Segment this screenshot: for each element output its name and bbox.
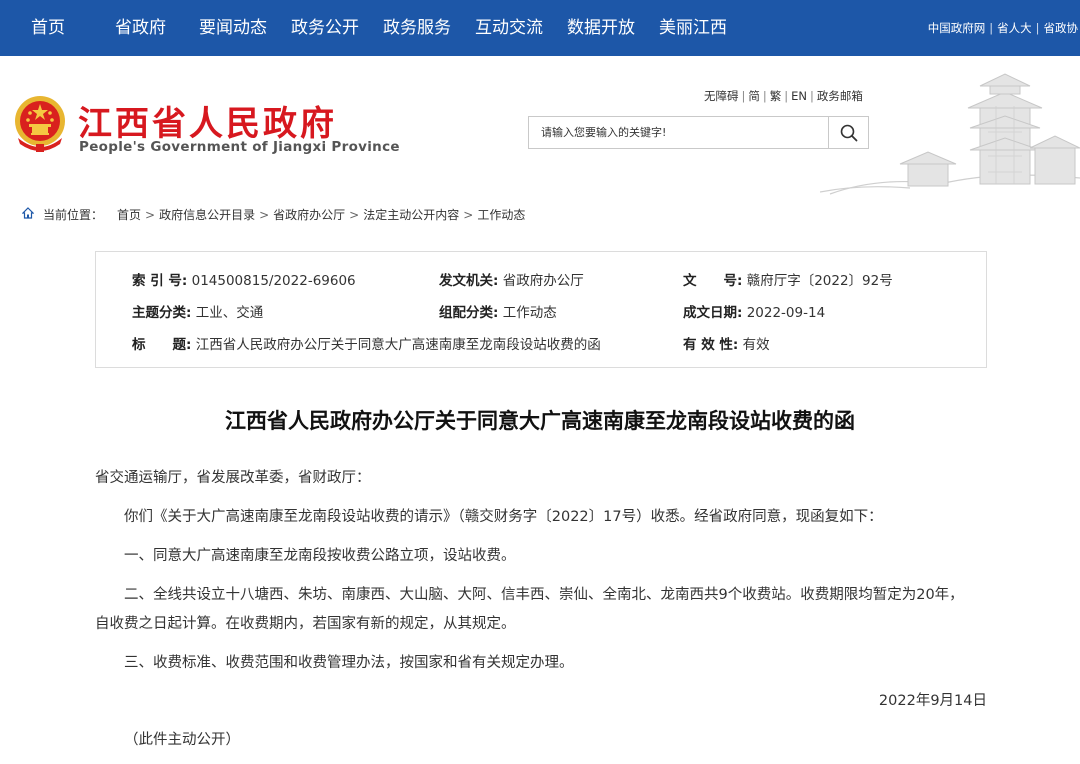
chevron-right-icon: >	[349, 208, 360, 222]
meta-validity-value: 有效	[742, 337, 770, 353]
meta-issuer-label: 发文机关:	[439, 273, 499, 289]
nav-home[interactable]: 首页	[31, 0, 65, 56]
document-public-note: （此件主动公开）	[124, 732, 240, 748]
pavilion-illustration-icon	[820, 73, 1080, 195]
link-simplified[interactable]: 简	[748, 89, 760, 103]
document-paragraph-3-line-2: 自收费之日起计算。在收费期内，若国家有新的规定，从其规定。	[95, 616, 516, 632]
meta-topic-label: 主题分类:	[132, 305, 192, 321]
search-input[interactable]	[529, 117, 829, 148]
nav-province-gov[interactable]: 省政府	[115, 0, 166, 56]
search-box	[528, 116, 869, 149]
document-title: 江西省人民政府办公厅关于同意大广高速南康至龙南段设站收费的函	[225, 409, 855, 433]
breadcrumb-item-home[interactable]: 首页	[117, 208, 141, 222]
meta-category-label: 组配分类:	[439, 305, 499, 321]
chevron-right-icon: >	[463, 208, 474, 222]
document-paragraph-4: 三、收费标准、收费范围和收费管理办法，按国家和省有关规定办理。	[124, 655, 574, 671]
meta-docno-label: 文 号:	[683, 273, 743, 289]
meta-index: 索 引 号: 014500815/2022-69606	[132, 269, 356, 289]
home-icon	[22, 207, 34, 219]
breadcrumb-item-work-news[interactable]: 工作动态	[477, 208, 525, 222]
document-salutation: 省交通运输厅，省发展改革委，省财政厅：	[95, 470, 371, 486]
link-traditional[interactable]: 繁	[770, 89, 782, 103]
document-paragraph-2: 一、同意大广高速南康至龙南段按收费公路立项，设站收费。	[124, 548, 516, 564]
breadcrumb-trail: 首页 > 政府信息公开目录 > 省政府办公厅 > 法定主动公开内容 > 工作动态	[117, 206, 525, 223]
breadcrumb-item-info-catalog[interactable]: 政府信息公开目录	[159, 208, 255, 222]
meta-title: 标 题: 江西省人民政府办公厅关于同意大广高速南康至龙南段设站收费的函	[132, 333, 601, 353]
meta-index-value: 014500815/2022-69606	[191, 273, 356, 289]
nav-beautiful-jiangxi[interactable]: 美丽江西	[659, 0, 727, 56]
nav-news[interactable]: 要闻动态	[199, 0, 267, 56]
meta-date-label: 成文日期:	[683, 305, 743, 321]
chevron-right-icon: >	[259, 208, 270, 222]
site-header: 江西省人民政府 People's Government of Jiangxi P…	[0, 56, 1080, 196]
separator: |	[989, 21, 994, 35]
document-paragraph-1: 你们《关于大广高速南康至龙南段设站收费的请示》（赣交财务字〔2022〕17号）收…	[124, 509, 883, 525]
meta-docno-value: 赣府厅字〔2022〕92号	[746, 273, 893, 289]
external-links: 中国政府网 | 省人大 | 省政协	[928, 0, 1078, 56]
separator: |	[784, 89, 789, 103]
separator: |	[810, 89, 814, 103]
link-provincial-congress[interactable]: 省人大	[997, 21, 1032, 35]
nav-interaction[interactable]: 互动交流	[475, 0, 543, 56]
separator: |	[762, 89, 767, 103]
meta-category: 组配分类: 工作动态	[439, 301, 557, 321]
meta-date-value: 2022-09-14	[746, 305, 826, 321]
meta-category-value: 工作动态	[502, 305, 557, 321]
breadcrumb-item-statutory-content[interactable]: 法定主动公开内容	[363, 208, 459, 222]
nav-open-data[interactable]: 数据开放	[567, 0, 635, 56]
meta-validity: 有 效 性: 有效	[683, 333, 770, 353]
document-date: 2022年9月14日	[878, 693, 987, 709]
document-paragraph-3-line-1: 二、全线共设立十八塘西、朱坊、南康西、大山脑、大阿、信丰西、崇仙、全南北、龙南西…	[124, 587, 964, 603]
breadcrumb-item-general-office[interactable]: 省政府办公厅	[273, 208, 345, 222]
meta-title-label: 标 题:	[132, 337, 192, 353]
meta-validity-label: 有 效 性:	[683, 337, 739, 353]
link-provincial-cppcc[interactable]: 省政协	[1044, 21, 1079, 35]
document-metadata-table: 索 引 号: 014500815/2022-69606 发文机关: 省政府办公厅…	[95, 251, 987, 368]
breadcrumb: 当前位置： 首页 > 政府信息公开目录 > 省政府办公厅 > 法定主动公开内容 > 工作动态	[0, 196, 1080, 232]
chevron-right-icon: >	[145, 208, 156, 222]
top-navigation: 首页 省政府 要闻动态 政务公开 政务服务 互动交流 数据开放 美丽江西 中国政…	[0, 0, 1080, 56]
nav-gov-services[interactable]: 政务服务	[383, 0, 451, 56]
separator: |	[741, 89, 746, 103]
breadcrumb-label: 当前位置：	[43, 208, 104, 222]
link-china-gov[interactable]: 中国政府网	[928, 21, 986, 35]
nav-gov-affairs-open[interactable]: 政务公开	[291, 0, 359, 56]
separator: |	[1035, 21, 1040, 35]
link-accessibility[interactable]: 无障碍	[704, 89, 739, 103]
national-emblem-icon	[15, 96, 65, 152]
meta-topic: 主题分类: 工业、交通	[132, 301, 263, 321]
meta-docno: 文 号: 赣府厅字〔2022〕92号	[683, 269, 893, 289]
link-english[interactable]: EN	[791, 89, 807, 103]
meta-index-label: 索 引 号:	[132, 273, 188, 289]
meta-issuer-value: 省政府办公厅	[502, 273, 584, 289]
meta-topic-value: 工业、交通	[195, 305, 264, 321]
meta-date: 成文日期: 2022-09-14	[683, 301, 825, 321]
site-title: 江西省人民政府	[78, 104, 337, 144]
meta-issuer: 发文机关: 省政府办公厅	[439, 269, 584, 289]
meta-title-value: 江西省人民政府办公厅关于同意大广高速南康至龙南段设站收费的函	[195, 337, 601, 353]
site-subtitle: People's Government of Jiangxi Province	[79, 139, 400, 155]
